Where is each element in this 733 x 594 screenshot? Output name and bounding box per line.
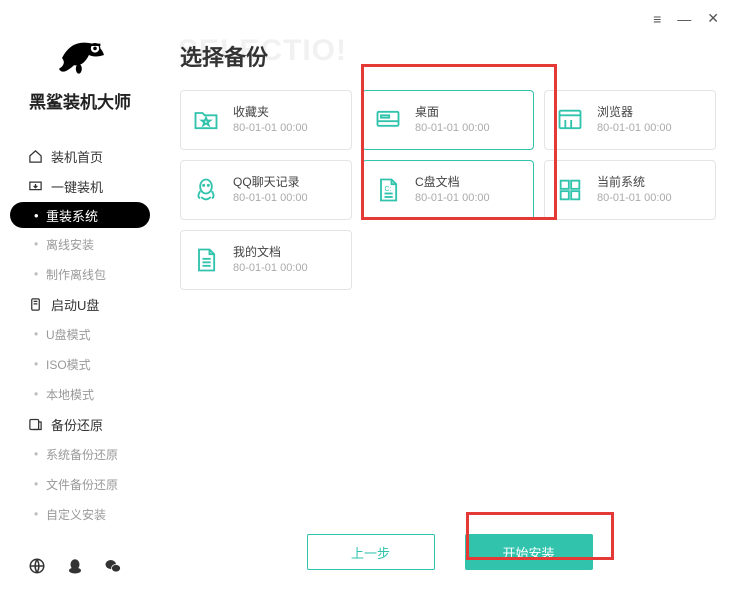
browser-icon	[555, 105, 585, 135]
doc-icon	[191, 245, 221, 275]
backup-icon	[28, 417, 43, 432]
qq-icon[interactable]	[66, 557, 84, 580]
card-title: 当前系统	[597, 175, 672, 191]
backup-card[interactable]: QQ聊天记录80-01-01 00:00	[180, 160, 352, 220]
window-controls: ≡ — ✕	[653, 10, 719, 27]
install-icon	[28, 179, 43, 194]
nav-label: 备份还原	[51, 415, 103, 434]
card-text: 桌面80-01-01 00:00	[415, 105, 490, 135]
doc-c-icon: C:	[373, 175, 403, 205]
grid-icon	[555, 175, 585, 205]
nav-list: 装机首页 一键装机 重装系统 离线安装 制作离线包 启动U盘 U盘模式 ISO模…	[0, 141, 160, 529]
nav-iso-mode[interactable]: ISO模式	[0, 349, 160, 379]
nav-label: 启动U盘	[51, 295, 99, 314]
back-button[interactable]: 上一步	[307, 534, 435, 570]
card-date: 80-01-01 00:00	[597, 121, 672, 135]
card-text: 我的文档80-01-01 00:00	[233, 245, 308, 275]
nav-label: 本地模式	[46, 386, 94, 403]
nav-onekey[interactable]: 一键装机	[0, 171, 160, 201]
cards-grid: 收藏夹80-01-01 00:00桌面80-01-01 00:00浏览器80-0…	[180, 90, 719, 290]
card-text: 收藏夹80-01-01 00:00	[233, 105, 308, 135]
nav-label: U盘模式	[46, 326, 91, 343]
nav-make-offline[interactable]: 制作离线包	[0, 259, 160, 289]
nav-label: 装机首页	[51, 147, 103, 166]
card-date: 80-01-01 00:00	[233, 121, 308, 135]
wechat-icon[interactable]	[104, 557, 122, 580]
nav-label: 一键装机	[51, 177, 103, 196]
card-text: 浏览器80-01-01 00:00	[597, 105, 672, 135]
backup-card[interactable]: 当前系统80-01-01 00:00	[544, 160, 716, 220]
backup-card[interactable]: 浏览器80-01-01 00:00	[544, 90, 716, 150]
nav-offline[interactable]: 离线安装	[0, 229, 160, 259]
nav-label: ISO模式	[46, 356, 91, 373]
card-date: 80-01-01 00:00	[415, 191, 490, 205]
nav-home[interactable]: 装机首页	[0, 141, 160, 171]
card-date: 80-01-01 00:00	[597, 191, 672, 205]
backup-card[interactable]: 桌面80-01-01 00:00	[362, 90, 534, 150]
close-icon[interactable]: ✕	[707, 10, 719, 27]
nav-reinstall[interactable]: 重装系统	[10, 202, 150, 228]
page-title: 选择备份	[180, 40, 719, 72]
sidebar: 黑鲨装机大师 装机首页 一键装机 重装系统 离线安装 制作离线包 启动U盘 U盘…	[0, 0, 160, 594]
backup-card[interactable]: 收藏夹80-01-01 00:00	[180, 90, 352, 150]
usb-icon	[28, 297, 43, 312]
qq-icon	[191, 175, 221, 205]
card-text: 当前系统80-01-01 00:00	[597, 175, 672, 205]
start-install-button[interactable]: 开始安装	[465, 534, 593, 570]
nav-file-backup[interactable]: 文件备份还原	[0, 469, 160, 499]
nav-custom-install[interactable]: 自定义安装	[0, 499, 160, 529]
bottom-icons	[28, 557, 122, 580]
card-title: 收藏夹	[233, 105, 308, 121]
home-icon	[28, 149, 43, 164]
minimize-icon[interactable]: —	[677, 11, 691, 27]
menu-icon[interactable]: ≡	[653, 11, 661, 27]
card-title: QQ聊天记录	[233, 175, 308, 191]
card-text: QQ聊天记录80-01-01 00:00	[233, 175, 308, 205]
card-date: 80-01-01 00:00	[233, 191, 308, 205]
main-content: SELECTIO! 选择备份 收藏夹80-01-01 00:00桌面80-01-…	[180, 40, 719, 594]
card-text: C盘文档80-01-01 00:00	[415, 175, 490, 205]
nav-usb-mode[interactable]: U盘模式	[0, 319, 160, 349]
nav-label: 自定义安装	[46, 506, 106, 523]
nav-backup[interactable]: 备份还原	[0, 409, 160, 439]
nav-label: 系统备份还原	[46, 446, 118, 463]
button-bar: 上一步 开始安装	[180, 534, 719, 570]
card-title: 桌面	[415, 105, 490, 121]
ie-icon[interactable]	[28, 557, 46, 580]
nav-local-mode[interactable]: 本地模式	[0, 379, 160, 409]
nav-sys-backup[interactable]: 系统备份还原	[0, 439, 160, 469]
nav-label: 制作离线包	[46, 266, 106, 283]
desktop-icon	[373, 105, 403, 135]
nav-label: 文件备份还原	[46, 476, 118, 493]
logo-icon	[50, 22, 110, 82]
nav-label: 离线安装	[46, 236, 94, 253]
card-date: 80-01-01 00:00	[233, 261, 308, 275]
logo-block: 黑鲨装机大师	[0, 22, 160, 113]
card-date: 80-01-01 00:00	[415, 121, 490, 135]
nav-usb[interactable]: 启动U盘	[0, 289, 160, 319]
card-title: 我的文档	[233, 245, 308, 261]
app-name: 黑鲨装机大师	[0, 88, 160, 113]
card-title: C盘文档	[415, 175, 490, 191]
folder-star-icon	[191, 105, 221, 135]
backup-card[interactable]: 我的文档80-01-01 00:00	[180, 230, 352, 290]
nav-label: 重装系统	[46, 206, 98, 225]
svg-text:C:: C:	[385, 186, 392, 193]
backup-card[interactable]: C: C盘文档80-01-01 00:00	[362, 160, 534, 220]
card-title: 浏览器	[597, 105, 672, 121]
